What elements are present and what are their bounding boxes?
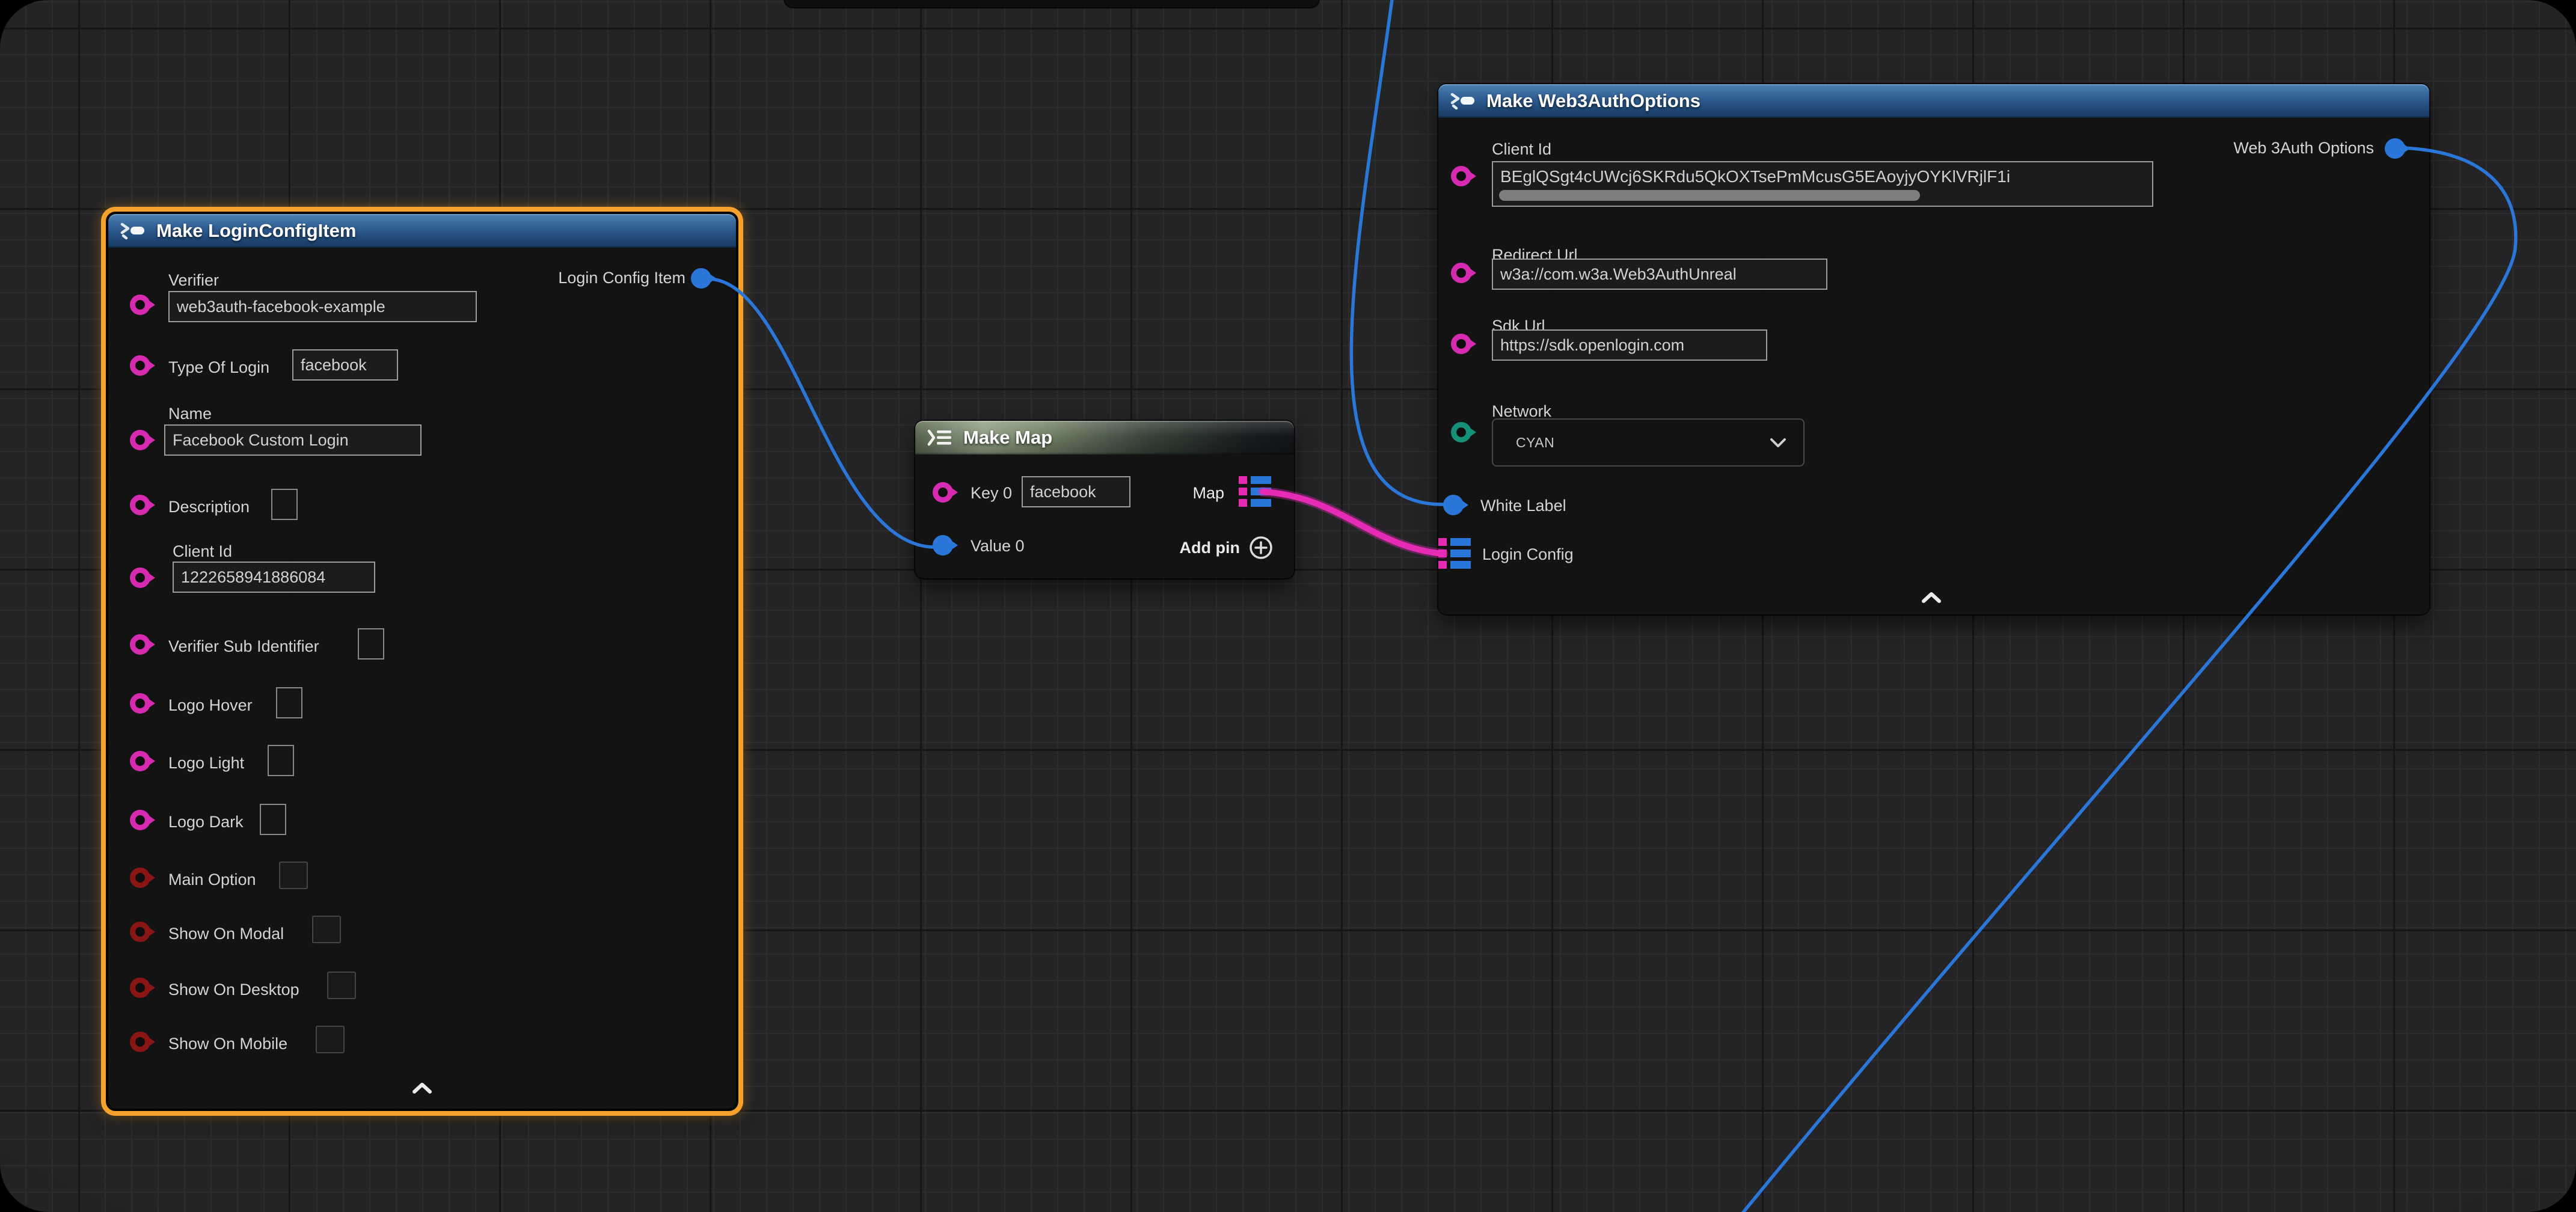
- sdk-url-pin[interactable]: [1451, 334, 1471, 354]
- show-on-modal-checkbox[interactable]: [312, 916, 341, 943]
- network-value: CYAN: [1516, 435, 1554, 451]
- client-id-label: Client Id: [1492, 139, 1551, 159]
- wire-login-config-item-to-value0[interactable]: [710, 279, 933, 547]
- type-of-login-value: facebook: [301, 356, 367, 375]
- show-on-mobile-checkbox[interactable]: [316, 1026, 345, 1053]
- type-of-login-input[interactable]: facebook: [292, 349, 398, 381]
- client-id-pin[interactable]: [130, 568, 150, 588]
- show-on-mobile-pin[interactable]: [130, 1032, 150, 1052]
- name-pin[interactable]: [130, 430, 150, 450]
- white-label-label: White Label: [1480, 496, 1566, 515]
- sdk-url-value: https://sdk.openlogin.com: [1500, 336, 1684, 355]
- verifier-label: Verifier: [168, 271, 219, 290]
- logo-light-input[interactable]: [268, 745, 294, 776]
- name-label: Name: [168, 404, 212, 423]
- logo-dark-pin[interactable]: [130, 810, 150, 830]
- logo-light-pin[interactable]: [130, 751, 150, 771]
- login-config-label: Login Config: [1482, 545, 1574, 564]
- client-id-value: 1222658941886084: [181, 568, 325, 587]
- node-title: Make Map: [963, 427, 1052, 448]
- network-dropdown[interactable]: CYAN: [1492, 418, 1805, 467]
- show-on-mobile-label: Show On Mobile: [168, 1034, 287, 1053]
- description-pin[interactable]: [130, 495, 150, 515]
- add-pin-plus-icon: [1248, 535, 1274, 560]
- chevron-down-icon: [1770, 438, 1786, 448]
- collapse-chevron-icon[interactable]: [1919, 590, 1943, 605]
- logo-hover-input[interactable]: [276, 687, 302, 718]
- node-title: Make LoginConfigItem: [156, 220, 356, 242]
- node-make-loginconfigitem[interactable]: Make LoginConfigItem Login Config Item V…: [108, 214, 736, 1109]
- show-on-desktop-pin[interactable]: [130, 978, 150, 998]
- white-label-pin[interactable]: [1443, 495, 1464, 515]
- redirect-url-pin[interactable]: [1451, 263, 1471, 283]
- web3auth-options-output-label: Web 3Auth Options: [2233, 138, 2374, 158]
- node-make-map[interactable]: Make Map Key 0 facebook Map Value 0 Add …: [915, 421, 1294, 578]
- logo-dark-input[interactable]: [260, 804, 286, 835]
- value0-label: Value 0: [971, 536, 1025, 556]
- node-make-web3authoptions[interactable]: Make Web3AuthOptions Web 3Auth Options C…: [1438, 84, 2429, 614]
- key0-value: facebook: [1030, 483, 1096, 501]
- redirect-url-input[interactable]: w3a://com.w3a.Web3AuthUnreal: [1492, 259, 1827, 290]
- sdk-url-input[interactable]: https://sdk.openlogin.com: [1492, 329, 1767, 361]
- node-header[interactable]: Make Web3AuthOptions: [1438, 84, 2429, 118]
- client-id-label: Client Id: [173, 542, 232, 561]
- client-id-input[interactable]: BEglQSgt4cUWcj6SKRdu5QkOXTsePmMcusG5EAoy…: [1492, 161, 2153, 207]
- collapse-chevron-icon[interactable]: [410, 1081, 434, 1095]
- logo-hover-pin[interactable]: [130, 693, 150, 714]
- name-value: Facebook Custom Login: [173, 431, 349, 450]
- network-pin[interactable]: [1451, 422, 1471, 442]
- client-id-input[interactable]: 1222658941886084: [173, 562, 375, 593]
- client-id-scrollbar[interactable]: [1499, 190, 1920, 201]
- name-input[interactable]: Facebook Custom Login: [164, 424, 422, 456]
- node-header[interactable]: Make Map: [915, 421, 1294, 454]
- add-pin-label: Add pin: [1180, 539, 1240, 557]
- wire-offscreen-to-white-label[interactable]: [1351, 0, 1444, 504]
- node-header[interactable]: Make LoginConfigItem: [108, 214, 736, 248]
- verifier-sub-identifier-pin[interactable]: [130, 634, 150, 655]
- make-map-icon: [926, 429, 954, 447]
- show-on-modal-label: Show On Modal: [168, 924, 284, 943]
- verifier-pin[interactable]: [130, 295, 150, 315]
- client-id-value: BEglQSgt4cUWcj6SKRdu5QkOXTsePmMcusG5EAoy…: [1500, 167, 2147, 186]
- key0-label: Key 0: [971, 483, 1012, 503]
- type-of-login-label: Type Of Login: [168, 358, 269, 377]
- client-id-pin[interactable]: [1451, 166, 1471, 186]
- blueprint-graph-canvas[interactable]: Make LoginConfigItem Login Config Item V…: [0, 0, 2576, 1212]
- show-on-desktop-label: Show On Desktop: [168, 980, 299, 999]
- verifier-value: web3auth-facebook-example: [177, 298, 385, 316]
- main-option-checkbox[interactable]: [279, 862, 308, 889]
- make-struct-icon: [1449, 92, 1477, 110]
- login-config-item-output-label: Login Config Item: [558, 268, 685, 287]
- node-title: Make Web3AuthOptions: [1486, 90, 1700, 112]
- logo-light-label: Logo Light: [168, 753, 244, 773]
- verifier-input[interactable]: web3auth-facebook-example: [168, 291, 477, 322]
- logo-dark-label: Logo Dark: [168, 812, 244, 831]
- key0-input[interactable]: facebook: [1022, 476, 1130, 507]
- show-on-desktop-checkbox[interactable]: [327, 972, 356, 999]
- value0-pin[interactable]: [933, 535, 953, 556]
- map-output-label: Map: [1192, 483, 1224, 503]
- redirect-url-value: w3a://com.w3a.Web3AuthUnreal: [1500, 265, 1737, 284]
- verifier-sub-identifier-label: Verifier Sub Identifier: [168, 637, 319, 656]
- description-input[interactable]: [271, 489, 298, 520]
- logo-hover-label: Logo Hover: [168, 696, 253, 715]
- type-of-login-pin[interactable]: [130, 355, 150, 376]
- description-label: Description: [168, 497, 250, 516]
- main-option-pin[interactable]: [130, 868, 150, 888]
- make-struct-icon: [119, 222, 147, 240]
- verifier-sub-identifier-input[interactable]: [358, 628, 384, 660]
- show-on-modal-pin[interactable]: [130, 922, 150, 942]
- key0-pin[interactable]: [933, 482, 953, 503]
- add-pin-button[interactable]: Add pin: [1180, 535, 1274, 560]
- main-option-label: Main Option: [168, 870, 256, 889]
- offscreen-node-edge[interactable]: [785, 0, 1319, 7]
